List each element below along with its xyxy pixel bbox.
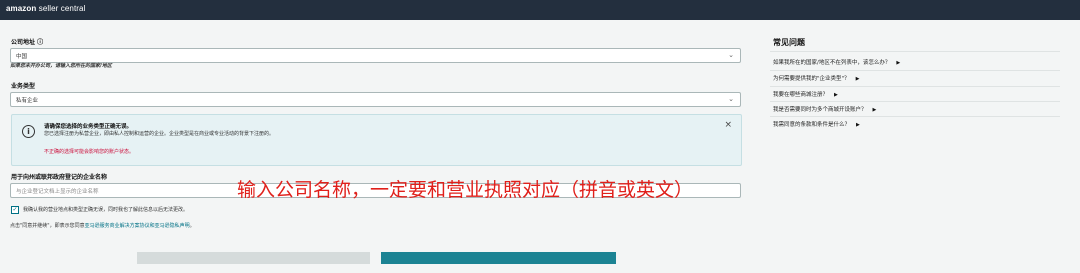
divider <box>770 86 1060 87</box>
terms-link[interactable]: 亚马逊服务商业解决方案协议和亚马逊隐私声明 <box>85 223 190 229</box>
top-navigation-bar: amazon seller central <box>0 0 1080 20</box>
faq-item[interactable]: 为何需要提供我的"企业类型"？ ▶ <box>773 74 859 82</box>
faq-item[interactable]: 我是否需要同时为多个商城开设账户？ ▶ <box>773 105 876 113</box>
faq-item[interactable]: 如果我所在的国家/地区不在列表中，该怎么办？ ▶ <box>773 58 900 66</box>
terms-text: 点击"同意并继续"，即表示您同意亚马逊服务商业解决方案协议和亚马逊隐私声明。 <box>10 223 195 229</box>
company-name-label: 用于向州或联邦政府登记的企业名称 <box>11 174 108 181</box>
faq-item[interactable]: 我需同意的条款和条件是什么？ ▶ <box>773 120 860 128</box>
chevron-down-icon: ⌄ <box>728 95 734 103</box>
company-name-placeholder: 与企业登记文档上显示的企业名称 <box>16 189 99 195</box>
faq-item[interactable]: 我要在哪些商城注册？ ▶ <box>773 90 838 98</box>
annotation-text: 输入公司名称，一定要和营业执照对应（拼音或英文） <box>237 179 694 201</box>
business-type-value: 私有企业 <box>16 98 39 104</box>
country-help-text: 如果您未开办公司，请输入您所在的国家/地区 <box>10 63 112 69</box>
caret-right-icon: ▶ <box>856 122 860 128</box>
caret-right-icon: ▶ <box>834 92 838 98</box>
country-select[interactable]: 中国 ⌄ <box>10 48 741 63</box>
divider <box>770 116 1060 117</box>
divider <box>770 101 1060 102</box>
caret-right-icon: ▶ <box>896 60 901 66</box>
info-icon: i <box>22 125 35 138</box>
caret-right-icon: ▶ <box>872 107 877 113</box>
business-type-info-alert: i 请确保您选择的业务类型正确无误。 您已选择注册为私营企业，即由私人控制和运营… <box>11 114 742 166</box>
faq-title: 常见问题 <box>773 38 805 47</box>
confirm-checkbox[interactable]: ✓ <box>11 206 19 214</box>
business-type-select[interactable]: 私有企业 ⌄ <box>10 92 741 107</box>
close-icon[interactable]: × <box>724 120 732 130</box>
info-warning: 不正确的选择可能会影响您的账户状态。 <box>44 149 135 155</box>
chevron-down-icon: ⌄ <box>728 51 734 59</box>
country-label: 公司地址 ⓘ <box>11 39 44 46</box>
agree-and-continue-button[interactable] <box>381 252 616 264</box>
confirm-checkbox-label: 我确认我的营业地点和类型正确无误，同时我也了解此信息以后无法更改。 <box>23 207 189 213</box>
country-value: 中国 <box>16 54 28 60</box>
back-button[interactable] <box>137 252 370 264</box>
business-type-label: 业务类型 <box>11 83 36 90</box>
caret-right-icon: ▶ <box>855 76 860 82</box>
info-title: 请确保您选择的业务类型正确无误。 <box>44 124 133 130</box>
amazon-seller-central-logo[interactable]: amazon seller central <box>6 4 85 13</box>
info-body: 您已选择注册为私营企业，即由私人控制和运营的企业。企业类型是在商业或专业活动的背… <box>44 131 275 137</box>
divider <box>770 51 1060 52</box>
divider <box>770 70 1060 71</box>
